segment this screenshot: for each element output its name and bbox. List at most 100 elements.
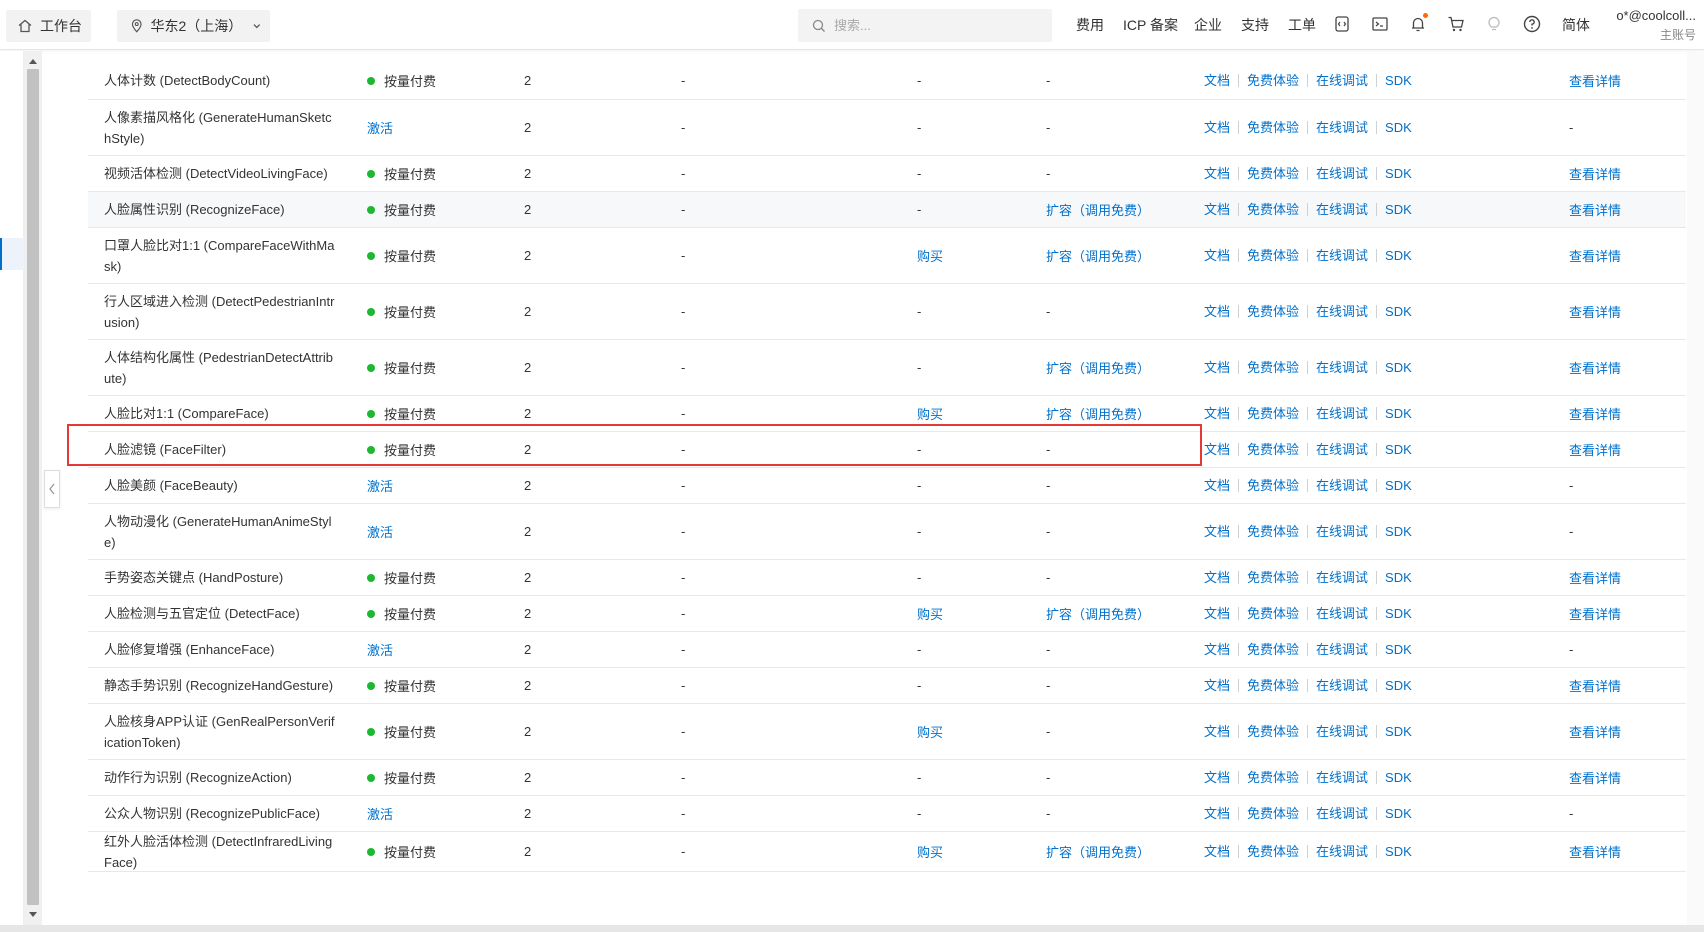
- free-trial-link[interactable]: 免费体验: [1238, 167, 1307, 180]
- online-debug-link[interactable]: 在线调试: [1307, 443, 1376, 456]
- sdk-link[interactable]: SDK: [1376, 679, 1420, 692]
- detail-link[interactable]: 查看详情: [1569, 842, 1621, 861]
- doc-link[interactable]: 文档: [1204, 479, 1238, 492]
- doc-link[interactable]: 文档: [1204, 167, 1238, 180]
- activate-link[interactable]: 激活: [367, 522, 393, 541]
- online-debug-link[interactable]: 在线调试: [1307, 249, 1376, 262]
- free-trial-link[interactable]: 免费体验: [1238, 249, 1307, 262]
- workbench-button[interactable]: 工作台: [6, 10, 91, 42]
- online-debug-link[interactable]: 在线调试: [1307, 845, 1376, 858]
- detail-link[interactable]: 查看详情: [1569, 302, 1621, 321]
- free-trial-link[interactable]: 免费体验: [1238, 305, 1307, 318]
- nav-ticket[interactable]: 工单: [1288, 15, 1316, 35]
- free-trial-link[interactable]: 免费体验: [1238, 845, 1307, 858]
- scroll-up-arrow-icon[interactable]: [24, 53, 42, 69]
- scrollbar-thumb[interactable]: [27, 69, 39, 905]
- expand-link[interactable]: 扩容（调用免费）: [1046, 200, 1150, 219]
- activate-link[interactable]: 激活: [367, 804, 393, 823]
- online-debug-link[interactable]: 在线调试: [1307, 771, 1376, 784]
- free-trial-link[interactable]: 免费体验: [1238, 74, 1307, 87]
- detail-link[interactable]: 查看详情: [1569, 722, 1621, 741]
- search-box[interactable]: [798, 9, 1052, 42]
- sdk-link[interactable]: SDK: [1376, 607, 1420, 620]
- doc-link[interactable]: 文档: [1204, 771, 1238, 784]
- online-debug-link[interactable]: 在线调试: [1307, 361, 1376, 374]
- free-trial-link[interactable]: 免费体验: [1238, 643, 1307, 656]
- left-nav-active-item[interactable]: [0, 238, 24, 270]
- sdk-link[interactable]: SDK: [1376, 443, 1420, 456]
- sdk-link[interactable]: SDK: [1376, 203, 1420, 216]
- buy-link[interactable]: 购买: [917, 842, 943, 861]
- sdk-link[interactable]: SDK: [1376, 407, 1420, 420]
- online-debug-link[interactable]: 在线调试: [1307, 121, 1376, 134]
- sdk-link[interactable]: SDK: [1376, 305, 1420, 318]
- free-trial-link[interactable]: 免费体验: [1238, 121, 1307, 134]
- doc-link[interactable]: 文档: [1204, 407, 1238, 420]
- sdk-link[interactable]: SDK: [1376, 807, 1420, 820]
- doc-link[interactable]: 文档: [1204, 725, 1238, 738]
- doc-link[interactable]: 文档: [1204, 361, 1238, 374]
- region-selector[interactable]: 华东2（上海）: [117, 10, 270, 42]
- sidebar-toggle-button[interactable]: [44, 470, 60, 508]
- online-debug-link[interactable]: 在线调试: [1307, 643, 1376, 656]
- scroll-down-arrow-icon[interactable]: [24, 907, 42, 923]
- doc-link[interactable]: 文档: [1204, 74, 1238, 87]
- detail-link[interactable]: 查看详情: [1569, 200, 1621, 219]
- sdk-link[interactable]: SDK: [1376, 121, 1420, 134]
- free-trial-link[interactable]: 免费体验: [1238, 443, 1307, 456]
- sdk-link[interactable]: SDK: [1376, 643, 1420, 656]
- nav-billing[interactable]: 费用: [1076, 15, 1104, 35]
- sdk-link[interactable]: SDK: [1376, 725, 1420, 738]
- horizontal-scrollbar[interactable]: [0, 925, 1704, 932]
- cart-icon[interactable]: [1446, 14, 1466, 34]
- free-trial-link[interactable]: 免费体验: [1238, 771, 1307, 784]
- doc-link[interactable]: 文档: [1204, 203, 1238, 216]
- detail-link[interactable]: 查看详情: [1569, 404, 1621, 423]
- terminal-icon[interactable]: [1370, 14, 1390, 34]
- free-trial-link[interactable]: 免费体验: [1238, 479, 1307, 492]
- detail-link[interactable]: 查看详情: [1569, 246, 1621, 265]
- sdk-link[interactable]: SDK: [1376, 845, 1420, 858]
- free-trial-link[interactable]: 免费体验: [1238, 361, 1307, 374]
- free-trial-link[interactable]: 免费体验: [1238, 203, 1307, 216]
- detail-link[interactable]: 查看详情: [1569, 164, 1621, 183]
- buy-link[interactable]: 购买: [917, 722, 943, 741]
- buy-link[interactable]: 购买: [917, 404, 943, 423]
- activate-link[interactable]: 激活: [367, 118, 393, 137]
- sdk-link[interactable]: SDK: [1376, 74, 1420, 87]
- nav-enterprise[interactable]: 企业: [1194, 15, 1222, 35]
- online-debug-link[interactable]: 在线调试: [1307, 305, 1376, 318]
- doc-link[interactable]: 文档: [1204, 249, 1238, 262]
- doc-link[interactable]: 文档: [1204, 121, 1238, 134]
- sdk-link[interactable]: SDK: [1376, 479, 1420, 492]
- sdk-link[interactable]: SDK: [1376, 525, 1420, 538]
- sdk-link[interactable]: SDK: [1376, 771, 1420, 784]
- doc-link[interactable]: 文档: [1204, 571, 1238, 584]
- doc-link[interactable]: 文档: [1204, 443, 1238, 456]
- detail-link[interactable]: 查看详情: [1569, 568, 1621, 587]
- doc-link[interactable]: 文档: [1204, 845, 1238, 858]
- expand-link[interactable]: 扩容（调用免费）: [1046, 842, 1150, 861]
- expand-link[interactable]: 扩容（调用免费）: [1046, 358, 1150, 377]
- sdk-link[interactable]: SDK: [1376, 167, 1420, 180]
- sdk-link[interactable]: SDK: [1376, 571, 1420, 584]
- online-debug-link[interactable]: 在线调试: [1307, 807, 1376, 820]
- free-trial-link[interactable]: 免费体验: [1238, 679, 1307, 692]
- sdk-link[interactable]: SDK: [1376, 361, 1420, 374]
- online-debug-link[interactable]: 在线调试: [1307, 167, 1376, 180]
- nav-support[interactable]: 支持: [1241, 15, 1269, 35]
- nav-icp[interactable]: ICP 备案: [1123, 15, 1178, 35]
- online-debug-link[interactable]: 在线调试: [1307, 407, 1376, 420]
- expand-link[interactable]: 扩容（调用免费）: [1046, 246, 1150, 265]
- detail-link[interactable]: 查看详情: [1569, 604, 1621, 623]
- buy-link[interactable]: 购买: [917, 246, 943, 265]
- detail-link[interactable]: 查看详情: [1569, 440, 1621, 459]
- expand-link[interactable]: 扩容（调用免费）: [1046, 604, 1150, 623]
- online-debug-link[interactable]: 在线调试: [1307, 725, 1376, 738]
- doc-link[interactable]: 文档: [1204, 607, 1238, 620]
- sdk-link[interactable]: SDK: [1376, 249, 1420, 262]
- free-trial-link[interactable]: 免费体验: [1238, 607, 1307, 620]
- detail-link[interactable]: 查看详情: [1569, 358, 1621, 377]
- buy-link[interactable]: 购买: [917, 604, 943, 623]
- detail-link[interactable]: 查看详情: [1569, 676, 1621, 695]
